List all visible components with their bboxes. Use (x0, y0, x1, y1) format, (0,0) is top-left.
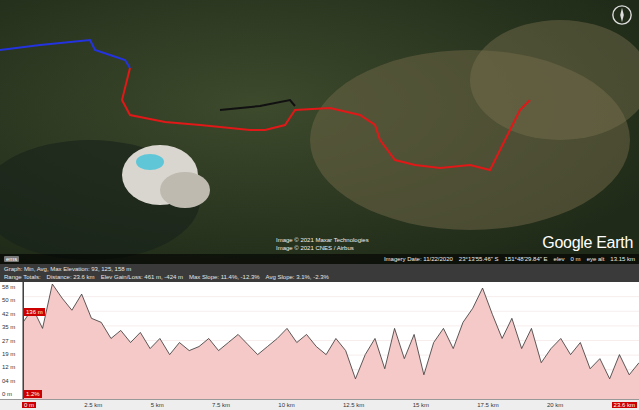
range-total: Range Totals: (4, 273, 41, 281)
red-route[interactable] (122, 68, 530, 170)
x-tick: 5 km (151, 402, 164, 408)
mine-pit (122, 145, 210, 208)
status-bar: ems Imagery Date: 11/22/2020 23°13'55.46"… (0, 254, 639, 264)
x-tick: 23.6 km (612, 402, 637, 408)
range-total: Max Slope: 11.4%, -12.3% (189, 273, 260, 281)
x-tick: 2.5 km (84, 402, 102, 408)
status-item: 0 m (571, 256, 581, 262)
cursor-elevation: 136 m (24, 308, 45, 316)
profile-header: Graph: Min, Avg, Max Elevation: 93, 125,… (0, 264, 639, 282)
x-tick: 12.5 km (343, 402, 364, 408)
status-item: Imagery Date: 11/22/2020 (384, 256, 453, 262)
satellite-map[interactable]: Image © 2021 Maxar TechnologiesImage © 2… (0, 0, 639, 264)
y-axis: 58 m 50 m 42 m 35 m 27 m 19 m 12 m 04 m 0 m (0, 282, 22, 399)
cursor-slope: 1.2% (24, 390, 42, 398)
x-axis: 0 m 2.5 km 5 km 7.5 km 10 km 12.5 km 15 km 17.5… (0, 399, 639, 410)
y-tick: 42 m (2, 311, 20, 317)
attribution-line: Image © 2021 Maxar Technologies (276, 236, 369, 244)
ems-badge[interactable]: ems (4, 256, 19, 262)
status-item: 23°13'55.46" S (459, 256, 499, 262)
elevation-profile[interactable]: 58 m 50 m 42 m 35 m 27 m 19 m 12 m 04 m 0 m 136 … (0, 282, 639, 399)
x-tick: 0 m (22, 402, 36, 408)
y-tick: 0 m (2, 391, 20, 397)
status-item: eye alt (587, 256, 605, 262)
elevation-summary: Graph: Min, Avg, Max Elevation: 93, 125,… (4, 265, 635, 273)
x-tick: 10 km (278, 402, 294, 408)
blue-track[interactable] (0, 40, 130, 68)
black-track[interactable] (220, 100, 295, 110)
range-total: Avg Slope: 3.1%, -2.3% (266, 273, 329, 281)
cursor-line[interactable] (23, 282, 24, 399)
elevation-plot[interactable] (23, 282, 639, 399)
attribution-line: Image © 2021 CNES / Airbus (276, 244, 369, 252)
x-tick: 20 km (547, 402, 563, 408)
elevation-line (23, 284, 639, 379)
y-tick: 50 m (2, 297, 20, 303)
status-item: elev (554, 256, 565, 262)
y-tick: 35 m (2, 324, 20, 330)
x-tick: 15 km (413, 402, 429, 408)
status-item: 13.15 km (610, 256, 635, 262)
y-tick: 19 m (2, 351, 20, 357)
range-total: Elev Gain/Loss: 461 m, -424 m (101, 273, 183, 281)
status-item: 151°48'29.84" E (505, 256, 548, 262)
google-earth-window: Image © 2021 Maxar TechnologiesImage © 2… (0, 0, 639, 410)
y-tick: 04 m (2, 378, 20, 384)
attribution: Image © 2021 Maxar TechnologiesImage © 2… (276, 236, 369, 252)
google-earth-logo: Google Earth (542, 234, 633, 252)
y-tick: 12 m (2, 364, 20, 370)
compass-icon[interactable] (611, 4, 633, 26)
x-tick: 17.5 km (477, 402, 498, 408)
y-tick: 58 m (2, 284, 20, 290)
elevation-area (23, 284, 639, 399)
x-tick: 7.5 km (212, 402, 230, 408)
y-tick: 27 m (2, 338, 20, 344)
range-totals: Range Totals: Distance: 23.6 km Elev Gain/… (4, 273, 635, 281)
range-total: Distance: 23.6 km (47, 273, 95, 281)
satellite-imagery (0, 0, 639, 264)
